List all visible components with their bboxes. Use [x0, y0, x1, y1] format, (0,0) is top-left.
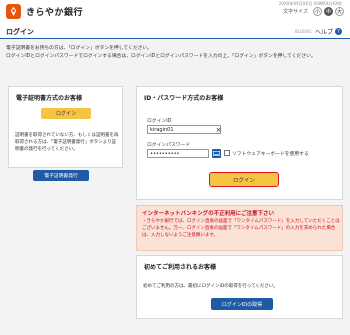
login-id-input[interactable]: kiragin01 [147, 125, 221, 134]
certificate-login-button[interactable]: ログイン [41, 108, 91, 119]
font-size-small-button[interactable]: 小 [313, 7, 322, 16]
font-size-medium-button[interactable]: 中 [324, 7, 333, 16]
kirayaka-logo-icon [6, 4, 21, 19]
id-password-login-panel: ID・パスワード方式のお客様 ログインID kiragin01 × ログインパス… [136, 86, 343, 200]
title-bar: ログイン BLGI001 ヘルプ ? [0, 24, 350, 39]
id-panel-title: ID・パスワード方式のお客様 [144, 95, 224, 102]
certificate-issue-button[interactable]: 電子証明書発行 [33, 170, 89, 181]
warning-title: インターネットバンキングの不正利用にご注意下さい [142, 211, 275, 217]
keyboard-icon[interactable] [212, 149, 221, 158]
fraud-warning-box: インターネットバンキングの不正利用にご注意下さい ・きらやか銀行では、ログイン直… [136, 205, 343, 251]
login-password-label: ログインパスワード [147, 143, 191, 148]
first-time-panel-title: 初めてご利用されるお客様 [144, 264, 217, 271]
help-icon: ? [335, 28, 342, 35]
font-size-large-button[interactable]: 大 [335, 7, 344, 16]
first-time-description: 初めてご利用の方は、最初にログインIDの取得を行ってください。 [143, 284, 278, 289]
screen-id: BLGI001 [295, 29, 312, 34]
login-password-input[interactable]: •••••••••• [147, 149, 209, 158]
software-keyboard-label: ソフトウェアキーボードを使用する [232, 152, 309, 157]
warning-text: ・きらやか銀行では、ログイン直後の画面で「ワンタイムパスワード」を入力していただ… [142, 219, 340, 238]
software-keyboard-checkbox[interactable] [224, 150, 230, 156]
certificate-login-panel: 電子証明書方式のお客様 ログイン 証明書を取得されていない方、もしくは証明書を再… [8, 86, 123, 168]
top-bar: きらやか銀行 20XX年XX月XX日 XX時XX分XX秒 文字サイズ 小 中 大 [0, 0, 350, 24]
intro-line-2: ログインIDとログインパスワードでログインする場合は、ログインIDとログインパス… [6, 54, 316, 59]
id-login-button[interactable]: ログイン [209, 172, 279, 187]
intro-text: 電子証明書をお持ちの方は、「ログイン」ボタンを押してください。 ログインIDとロ… [6, 45, 346, 61]
certificate-description: 証明書を取得されていない方、もしくは証明書を再取得される方は、「電子証明書発行」… [15, 133, 119, 152]
font-size-label: 文字サイズ [283, 9, 308, 15]
page-title: ログイン [6, 28, 34, 36]
font-size-selector: 文字サイズ 小 中 大 [283, 7, 344, 16]
help-label: ヘルプ [314, 29, 333, 36]
get-login-id-button[interactable]: ログインIDの取得 [211, 298, 273, 310]
help-link[interactable]: ヘルプ ? [315, 27, 342, 36]
certificate-panel-title: 電子証明書方式のお客様 [16, 95, 83, 102]
first-time-panel: 初めてご利用されるお客様 初めてご利用の方は、最初にログインIDの取得を行ってく… [136, 255, 343, 319]
bank-name: きらやか銀行 [26, 8, 84, 18]
bank-logo[interactable]: きらやか銀行 [6, 4, 83, 19]
clear-icon[interactable]: × [214, 125, 223, 134]
login-id-label: ログインID [147, 119, 172, 124]
intro-line-1: 電子証明書をお持ちの方は、「ログイン」ボタンを押してください。 [6, 46, 153, 51]
